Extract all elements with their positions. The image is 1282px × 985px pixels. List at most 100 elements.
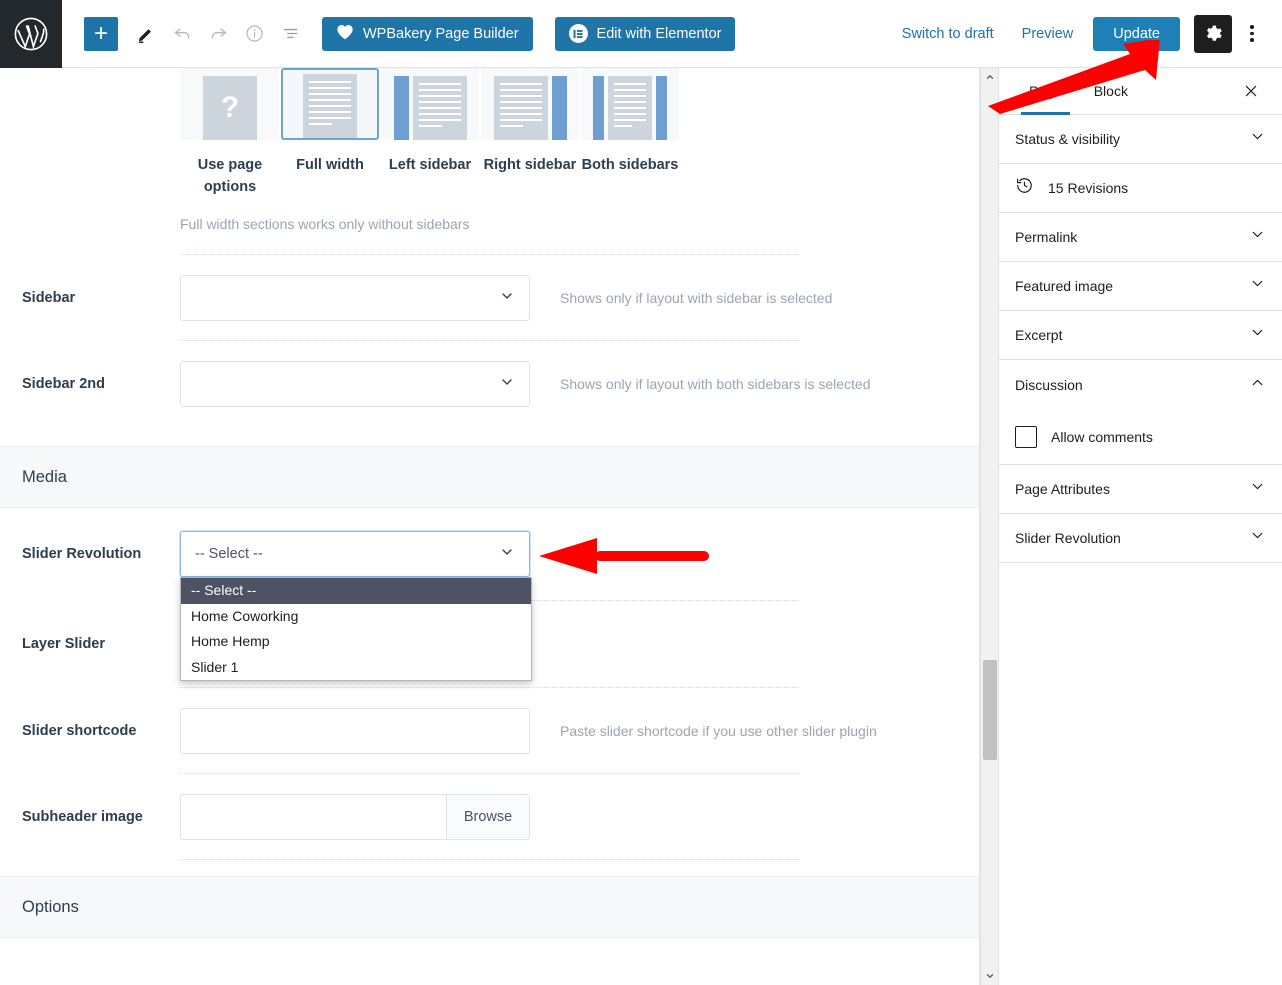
sidebar-bar-graphic (551, 76, 567, 140)
layout-thumb-full-width[interactable] (281, 68, 379, 140)
kebab-dot (1250, 25, 1254, 29)
pencil-icon[interactable] (128, 16, 164, 52)
panel-title: Permalink (1015, 229, 1078, 245)
slider-shortcode-field-col (180, 707, 530, 754)
list-view-icon[interactable] (272, 16, 308, 52)
sidebar-select[interactable] (180, 274, 530, 321)
chevron-down-icon (1249, 478, 1266, 500)
panel-title: Featured image (1015, 278, 1114, 294)
layout-thumb-question[interactable]: ? (181, 68, 279, 140)
browse-button[interactable]: Browse (446, 793, 530, 840)
layout-thumb-left-sidebar[interactable] (381, 68, 479, 140)
revisions-label: 15 Revisions (1048, 180, 1129, 196)
chevron-down-icon (1249, 527, 1266, 549)
kebab-dot (1250, 31, 1254, 36)
panel-title: Excerpt (1015, 327, 1063, 343)
wordpress-logo[interactable] (0, 0, 62, 68)
allow-comments-row: Allow comments (999, 409, 1282, 465)
chevron-down-icon (1249, 275, 1266, 297)
layout-option-right-sidebar[interactable]: Right sidebar (480, 68, 580, 198)
sidebar-item-featured-image[interactable]: Featured image (999, 262, 1282, 311)
subheader-image-input-group: Browse (180, 793, 530, 840)
layout-option-full-width[interactable]: Full width (280, 68, 380, 198)
gear-icon[interactable] (1194, 14, 1232, 53)
undo-icon[interactable] (164, 16, 200, 52)
chevron-down-icon (1249, 324, 1266, 346)
layout-thumb-both-sidebars[interactable] (581, 68, 679, 140)
layout-option-use-page-options[interactable]: ? Use page options (180, 68, 280, 198)
wpbakery-page-builder-button[interactable]: WPBakery Page Builder (322, 16, 533, 51)
sidebar-field-col (180, 274, 530, 321)
dropdown-option[interactable]: -- Select -- (181, 578, 531, 604)
layout-label: Right sidebar (483, 157, 577, 173)
panel-title: Status & visibility (1015, 131, 1121, 147)
sidebar-item-page-attributes[interactable]: Page Attributes (999, 465, 1282, 514)
canvas-scrollbar[interactable] (980, 68, 998, 985)
field-row-slider-revolution: Slider Revolution -- Select -- -- Select… (0, 508, 979, 681)
layout-option-left-sidebar[interactable]: Left sidebar (380, 68, 480, 198)
slider-revolution-select[interactable]: -- Select -- (180, 531, 530, 577)
scrollbar-thumb[interactable] (983, 660, 997, 760)
layout-hint-text: Full width sections works only without s… (180, 216, 470, 232)
sidebar-item-revisions[interactable]: 15 Revisions (999, 164, 1282, 213)
slider-shortcode-hint: Paste slider shortcode if you use other … (560, 722, 877, 739)
dropdown-option[interactable]: Home Coworking (181, 604, 531, 630)
field-row-sidebar: Sidebar Shows only if layout with sideba… (0, 255, 979, 340)
sidebar-field-hint: Shows only if layout with sidebar is sel… (560, 289, 833, 306)
chevron-up-icon (1249, 374, 1266, 396)
slider-revolution-select-value: -- Select -- (195, 546, 263, 562)
preview-button[interactable]: Preview (1008, 18, 1088, 50)
sidebar-2nd-select[interactable] (180, 360, 530, 407)
sidebar-2nd-field-hint: Shows only if layout with both sidebars … (560, 375, 871, 392)
chevron-down-icon (499, 374, 515, 394)
layout-label: Both sidebars (581, 157, 679, 173)
layout-label: Left sidebar (388, 157, 472, 173)
panel-title: Discussion (1015, 376, 1083, 393)
subheader-image-input[interactable] (180, 793, 446, 840)
edit-with-elementor-button[interactable]: Edit with Elementor (554, 16, 736, 51)
field-row-subheader-image: Subheader image Browse (0, 774, 979, 859)
sidebar-item-permalink[interactable]: Permalink (999, 213, 1282, 262)
sidebar-bar-graphic (393, 76, 409, 140)
sidebar-2nd-field-col (180, 360, 530, 407)
info-icon[interactable] (236, 16, 272, 52)
kebab-menu-icon[interactable] (1236, 15, 1268, 53)
sidebar-item-status-visibility[interactable]: Status & visibility (999, 115, 1282, 164)
sheet-graphic (303, 74, 357, 138)
slider-revolution-dropdown-list[interactable]: -- Select -- Home Coworking Home Hemp Sl… (180, 577, 532, 681)
chevron-down-icon (1249, 226, 1266, 248)
field-row-slider-shortcode: Slider shortcode Paste slider shortcode … (0, 688, 979, 773)
page-options-canvas: ? Use page options Full width Left sideb… (0, 68, 980, 985)
chevron-down-icon (499, 544, 515, 564)
scrollbar-up-button[interactable] (981, 68, 998, 86)
layout-label: Full width (296, 157, 364, 173)
toolbar-left-group: + WPBakery Page Builder Edit with Elemen… (62, 16, 736, 52)
update-button[interactable]: Update (1093, 16, 1180, 51)
layout-option-both-sidebars[interactable]: Both sidebars (580, 68, 680, 198)
sheet-graphic (608, 76, 652, 140)
allow-comments-checkbox[interactable] (1015, 425, 1037, 448)
dropdown-option[interactable]: Home Hemp (181, 629, 531, 655)
editor-main-area: ? Use page options Full width Left sideb… (0, 68, 998, 985)
sidebar-field-label: Sidebar (22, 289, 76, 306)
scrollbar-down-button[interactable] (981, 967, 998, 985)
subheader-image-field-label: Subheader image (22, 808, 143, 825)
tab-block[interactable]: Block (1078, 68, 1144, 115)
layout-picker: ? Use page options Full width Left sideb… (0, 68, 979, 198)
panel-title: Slider Revolution (1015, 530, 1121, 546)
layout-thumb-right-sidebar[interactable] (481, 68, 579, 140)
tab-page[interactable]: Page (1013, 68, 1078, 115)
sidebar-item-slider-revolution[interactable]: Slider Revolution (999, 514, 1282, 563)
sidebar-item-discussion[interactable]: Discussion (999, 360, 1282, 409)
kebab-dot (1250, 38, 1254, 42)
plus-icon: + (93, 19, 108, 47)
settings-sidebar: Page Block Status & visibility 15 Revisi… (998, 68, 1282, 985)
sidebar-item-excerpt[interactable]: Excerpt (999, 311, 1282, 360)
wpbakery-heart-icon (336, 24, 354, 44)
redo-icon[interactable] (200, 16, 236, 52)
close-icon[interactable] (1234, 74, 1268, 108)
dropdown-option[interactable]: Slider 1 (181, 655, 531, 681)
add-block-button[interactable]: + (84, 16, 118, 51)
switch-to-draft-button[interactable]: Switch to draft (888, 18, 1008, 50)
slider-shortcode-input[interactable] (180, 707, 530, 754)
